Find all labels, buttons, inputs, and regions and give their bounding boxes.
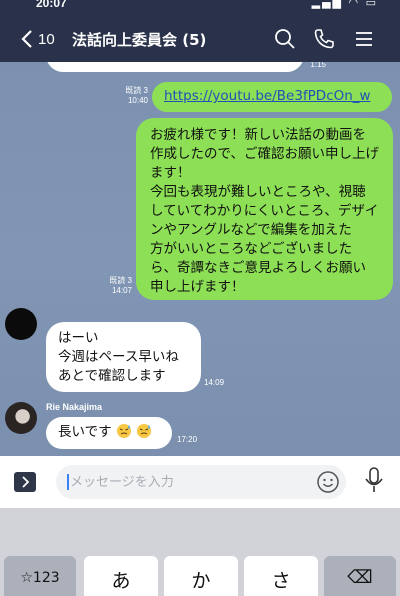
sweat-emoji-icon xyxy=(137,424,152,438)
smiley-icon[interactable] xyxy=(316,470,340,494)
message-bubble-long[interactable]: お疲れ様です！新しい法話の動画を 作成したので、ご確認お願い申し上げ ます！ 今… xyxy=(136,118,393,300)
chat-header: 20:07 ▂▄▆ ◠ ▭ 10 法話向上委員会 (5) xyxy=(0,0,400,62)
message-time: 1:15 xyxy=(310,62,326,69)
message-line: 今週はペース早いね xyxy=(58,349,179,365)
avatar-rie-nakajima[interactable] xyxy=(5,402,37,434)
search-icon[interactable] xyxy=(273,27,297,51)
status-bar: 20:07 ▂▄▆ ◠ ▭ xyxy=(0,0,400,14)
message-time: 17:20 xyxy=(177,435,198,444)
message-line: お疲れ様です！新しい法話の動画を xyxy=(150,127,366,143)
plus-icon xyxy=(22,476,30,488)
status-icons: ▂▄▆ ◠ ▭ xyxy=(311,0,378,9)
key-sa[interactable]: さ xyxy=(244,556,318,596)
menu-icon[interactable] xyxy=(352,27,376,51)
message-line: ら、奇譚なきご意見よろしくお願い xyxy=(150,260,366,276)
message-text: 長いです xyxy=(58,424,112,440)
message-line: ンやアングルなどで編集を加えた xyxy=(150,222,352,238)
avatar[interactable] xyxy=(5,308,37,340)
key-a[interactable]: あ xyxy=(84,556,158,596)
back-button[interactable]: 10 xyxy=(20,28,55,50)
message-line: はーい xyxy=(58,330,99,346)
message-time: 14:09 xyxy=(204,378,225,387)
sender-name: Rie Nakajima xyxy=(46,402,103,412)
status-time: 20:07 xyxy=(36,0,67,10)
message-line: ます！ xyxy=(150,165,191,181)
message-time: 10:40 xyxy=(127,96,148,105)
message-bubble-incoming[interactable]: 長いです xyxy=(46,417,172,449)
input-bar xyxy=(0,456,400,508)
chat-area[interactable]: ... 1:15 既読 3 10:40 https://youtu.be/Be3… xyxy=(0,62,400,456)
read-receipt: 既読 3 xyxy=(125,86,148,95)
unread-count: 10 xyxy=(38,30,55,48)
message-time: 14:07 xyxy=(111,286,132,295)
plus-button[interactable] xyxy=(14,472,36,492)
message-bubble-incoming[interactable]: はーい 今週はペース早いね あとで確認します xyxy=(46,322,201,392)
sweat-emoji-icon xyxy=(116,424,131,438)
message-line: していてわかりにくいところ、デザイ xyxy=(150,203,379,219)
key-ka[interactable]: か xyxy=(164,556,238,596)
message-bubble-link[interactable]: https://youtu.be/Be3fPDcOn_w xyxy=(152,82,392,112)
message-meta: 既読 3 14:07 xyxy=(100,276,132,296)
read-receipt: 既読 3 xyxy=(109,276,132,285)
phone-icon[interactable] xyxy=(312,27,336,51)
message-line: 申し上げます！ xyxy=(150,279,245,295)
delete-key[interactable]: ⌫ xyxy=(324,556,396,596)
keyboard: ☆123 あ か さ ⌫ xyxy=(0,508,400,596)
message-line: あとで確認します xyxy=(58,368,166,384)
key-symbols[interactable]: ☆123 xyxy=(4,556,76,596)
message-input[interactable] xyxy=(56,465,346,499)
youtube-link[interactable]: https://youtu.be/Be3fPDcOn_w xyxy=(164,87,380,106)
message-line: 方がいいところなどございました xyxy=(150,241,353,257)
message-bubble-partial[interactable]: ... xyxy=(46,62,304,72)
message-line: 作成したので、ご確認お願い申し上げ xyxy=(150,146,379,162)
mic-icon[interactable] xyxy=(363,466,385,494)
message-line: 今回も表現が難しいところや、視聴 xyxy=(150,184,366,200)
chat-title: 法話向上委員会 (5) xyxy=(72,31,207,49)
text-cursor xyxy=(67,474,69,490)
message-meta: 既読 3 10:40 xyxy=(116,86,148,106)
back-chevron-icon xyxy=(21,30,32,48)
